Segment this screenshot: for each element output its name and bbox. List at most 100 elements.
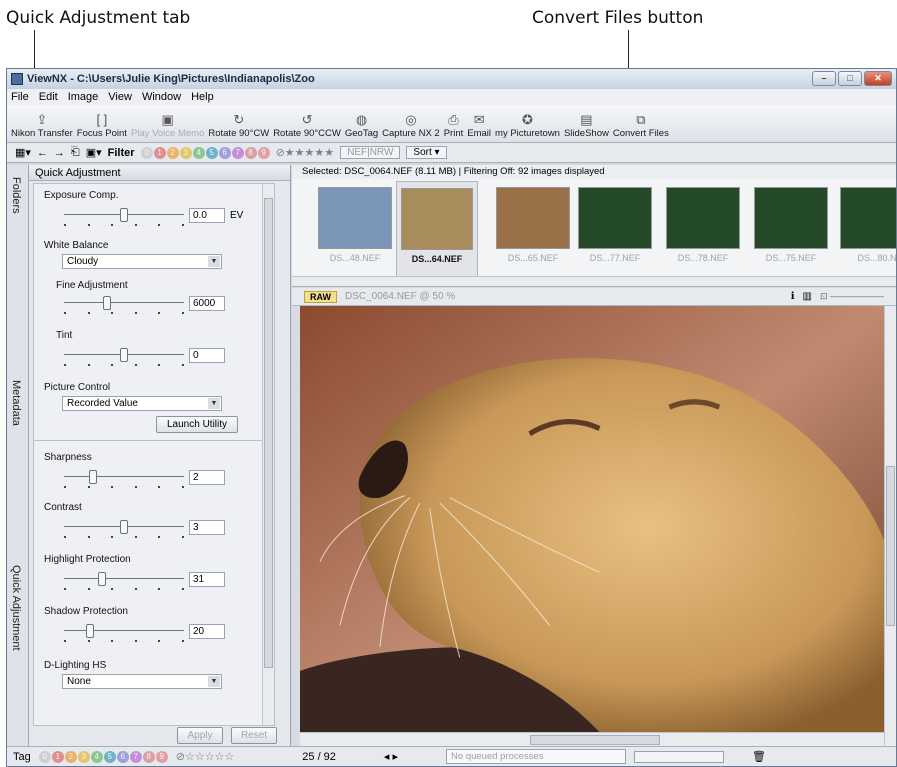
- filter-toolbar: ▦▾ ← → ⎗ ▣▾ Filter 0123456789 ⊘★★★★★ NEF…: [7, 143, 896, 163]
- sharpness-slider[interactable]: [64, 470, 184, 484]
- histogram-icon[interactable]: ▥: [803, 291, 812, 302]
- slideshow-icon: ▤: [580, 112, 593, 127]
- panel-scrollbar[interactable]: [262, 184, 274, 725]
- rotate-90-cw-button[interactable]: ↻ Rotate 90°CW: [206, 112, 271, 139]
- sort-button[interactable]: Sort ▾: [406, 146, 447, 159]
- tint-slider-thumb[interactable]: [120, 348, 128, 362]
- picture-control-select[interactable]: Recorded Value ▼: [62, 396, 222, 411]
- contrast-value[interactable]: 3: [189, 520, 225, 535]
- exposure-value[interactable]: 0.0: [189, 208, 225, 223]
- focus-point-button[interactable]: [ ] Focus Point: [75, 112, 129, 139]
- exposure-label: Exposure Comp.: [44, 190, 119, 201]
- thumbnail-scrollbar[interactable]: [292, 276, 896, 286]
- reset-button[interactable]: Reset: [231, 727, 277, 744]
- tab-quick-adjustment[interactable]: Quick Adjustment: [10, 565, 22, 651]
- panel-scroll-thumb[interactable]: [264, 198, 273, 668]
- menu-edit[interactable]: Edit: [39, 91, 58, 103]
- prev-next-buttons[interactable]: ◂ ▸: [384, 750, 398, 763]
- email-label: Email: [467, 128, 492, 139]
- label-filter-buttons[interactable]: 0123456789: [140, 146, 270, 159]
- menu-file[interactable]: File: [11, 91, 29, 103]
- print-button[interactable]: ⎙ Print: [442, 112, 466, 139]
- fine-adjustment-slider-thumb[interactable]: [103, 296, 112, 310]
- shadow-protection-slider[interactable]: [64, 624, 184, 638]
- my-picturetown-button[interactable]: ✪ my Picturetown: [493, 112, 562, 139]
- slideshow-button[interactable]: ▤ SlideShow: [562, 112, 611, 139]
- menu-image[interactable]: Image: [68, 91, 99, 103]
- geotag-label: GeoTag: [344, 128, 379, 139]
- rotate-cw-icon: ↻: [233, 112, 245, 127]
- menu-view[interactable]: View: [108, 91, 132, 103]
- progress-bar: [634, 750, 725, 763]
- thumbnail[interactable]: DS...65.NEF: [492, 187, 574, 263]
- fine-adjustment-slider[interactable]: [64, 296, 184, 310]
- filter-options-icon[interactable]: ▣▾: [86, 146, 102, 159]
- tint-slider[interactable]: [64, 348, 184, 362]
- contrast-slider-thumb[interactable]: [120, 520, 128, 534]
- fine-adjustment-value[interactable]: 6000: [189, 296, 225, 311]
- apply-button[interactable]: Apply: [177, 727, 223, 744]
- folder-up-icon[interactable]: ⎗: [71, 146, 80, 159]
- email-button[interactable]: ✉ Email: [465, 112, 493, 139]
- highlight-protection-slider[interactable]: [64, 572, 184, 586]
- preview-vertical-scrollbar[interactable]: [884, 306, 896, 746]
- thumbnail[interactable]: DS...78.NEF: [662, 187, 744, 263]
- minimize-button[interactable]: –: [812, 71, 836, 86]
- thumbnail[interactable]: DS...80.N: [836, 187, 896, 263]
- capture-nx-2-button[interactable]: ◎ Capture NX 2: [380, 112, 442, 139]
- thumbnail[interactable]: DS...75.NEF: [750, 187, 832, 263]
- preview-horizontal-scrollbar[interactable]: [300, 732, 884, 746]
- sharpness-slider-thumb[interactable]: [88, 470, 97, 484]
- exposure-slider-thumb[interactable]: [120, 208, 128, 222]
- sea-lion-photo: [300, 306, 884, 732]
- nef-filter-button[interactable]: NEF|NRW: [340, 146, 401, 159]
- zoom-slider[interactable]: ⊡ ——————: [820, 291, 884, 302]
- nikon-transfer-button[interactable]: ⇪ Nikon Transfer: [9, 112, 75, 139]
- tag-rating-stars[interactable]: ⊘☆☆☆☆☆: [176, 750, 235, 763]
- d-lighting-label: D-Lighting HS: [44, 660, 107, 671]
- trash-icon[interactable]: 🗑: [752, 750, 766, 763]
- rating-filter-stars[interactable]: ⊘★★★★★: [276, 146, 335, 159]
- chevron-down-icon: ▼: [208, 398, 220, 409]
- tab-folders[interactable]: Folders: [10, 177, 22, 214]
- thumbnail-image: [666, 187, 740, 249]
- rotate-90-ccw-button[interactable]: ↺ Rotate 90°CCW: [271, 112, 343, 139]
- thumbnail[interactable]: DS...64.NEF: [396, 181, 478, 281]
- picture-control-label: Picture Control: [44, 382, 111, 393]
- selection-info: Selected: DSC_0064.NEF (8.11 MB) | Filte…: [292, 165, 896, 179]
- menu-help[interactable]: Help: [191, 91, 214, 103]
- contrast-slider[interactable]: [64, 520, 184, 534]
- tag-label-buttons[interactable]: 0123456789: [38, 750, 168, 763]
- tint-value[interactable]: 0: [189, 348, 225, 363]
- maximize-button[interactable]: □: [838, 71, 862, 86]
- highlight-protection-slider-thumb[interactable]: [97, 572, 106, 586]
- tab-metadata[interactable]: Metadata: [10, 380, 22, 426]
- white-balance-select[interactable]: Cloudy ▼: [62, 254, 222, 269]
- back-icon[interactable]: ←: [37, 147, 48, 159]
- image-preview[interactable]: [300, 306, 884, 732]
- thumbnail[interactable]: DS...77.NEF: [574, 187, 656, 263]
- print-icon: ⎙: [448, 112, 459, 127]
- exposure-slider[interactable]: [64, 208, 184, 222]
- panel-body: Exposure Comp. 0.0 EV White Balance Clou…: [33, 183, 275, 726]
- convert-files-label: Convert Files: [612, 128, 669, 139]
- sharpness-value[interactable]: 2: [189, 470, 225, 485]
- play-voice-memo-button[interactable]: ▣ Play Voice Memo: [129, 112, 206, 139]
- close-button[interactable]: ✕: [864, 71, 892, 86]
- tag-label: Tag: [13, 750, 31, 763]
- info-icon[interactable]: ℹ: [791, 291, 795, 302]
- view-mode-icon[interactable]: ▦▾: [15, 146, 31, 159]
- shadow-protection-slider-thumb[interactable]: [86, 624, 95, 638]
- highlight-protection-value[interactable]: 31: [189, 572, 225, 587]
- convert-files-button[interactable]: ⧉ Convert Files: [611, 112, 671, 139]
- d-lighting-select[interactable]: None ▼: [62, 674, 222, 689]
- launch-utility-button[interactable]: Launch Utility: [156, 416, 238, 433]
- preview-hscroll-thumb[interactable]: [530, 735, 660, 745]
- thumbnail[interactable]: DS...48.NEF: [314, 187, 396, 263]
- preview-vscroll-thumb[interactable]: [886, 466, 895, 626]
- menu-window[interactable]: Window: [142, 91, 181, 103]
- email-icon: ✉: [473, 112, 485, 127]
- shadow-protection-value[interactable]: 20: [189, 624, 225, 639]
- forward-icon[interactable]: →: [54, 147, 65, 159]
- geotag-button[interactable]: ◍ GeoTag: [343, 112, 380, 139]
